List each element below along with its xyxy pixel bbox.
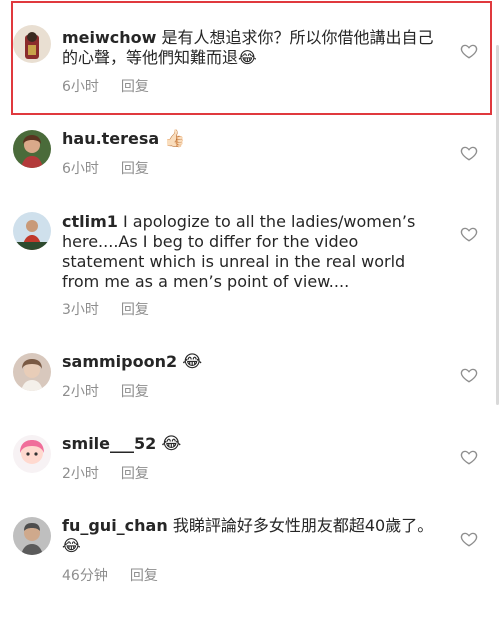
comment-text: 😂 — [182, 352, 203, 372]
comment-meta: 6小时 回复 — [62, 158, 149, 178]
comment-username[interactable]: ctlim1 — [62, 212, 118, 231]
heart-icon[interactable] — [460, 448, 478, 466]
comment-meta: 2小时 回复 — [62, 463, 149, 483]
comment-body: smile___52 😂 — [62, 434, 440, 454]
comment-meta: 46分钟 回复 — [62, 565, 158, 585]
comment-time: 3小时 — [62, 302, 99, 318]
comment-body: fu_gui_chan 我睇評論好多女性朋友都超40歲了。😂 — [62, 516, 440, 556]
heart-icon[interactable] — [460, 144, 478, 162]
avatar[interactable] — [13, 130, 51, 168]
reply-button[interactable]: 回复 — [121, 158, 149, 178]
reply-button[interactable]: 回复 — [121, 381, 149, 401]
comment-body: ctlim1 I apologize to all the ladies/wom… — [62, 212, 440, 292]
heart-icon[interactable] — [460, 225, 478, 243]
comment-body: hau.teresa 👍🏻 — [62, 129, 440, 149]
reply-button[interactable]: 回复 — [130, 565, 158, 585]
comment-body: meiwchow 是有人想追求你？所以你借他講出自己的心聲，等他們知難而退😂 — [62, 28, 440, 68]
avatar[interactable] — [13, 25, 51, 63]
comment-meta: 6小时 回复 — [62, 76, 149, 96]
heart-icon[interactable] — [460, 366, 478, 384]
comment-time: 46分钟 — [62, 568, 108, 584]
avatar[interactable] — [13, 517, 51, 555]
comment-text: 👍🏻 — [164, 129, 186, 149]
avatar[interactable] — [13, 435, 51, 473]
comment-username[interactable]: fu_gui_chan — [62, 516, 168, 535]
reply-button[interactable]: 回复 — [121, 76, 149, 96]
comment-text: 😂 — [161, 434, 182, 454]
comment-username[interactable]: sammipoon2 — [62, 352, 177, 371]
comment-meta: 3小时 回复 — [62, 299, 149, 319]
comment-time: 2小时 — [62, 384, 99, 400]
comment-username[interactable]: hau.teresa — [62, 129, 159, 148]
heart-icon[interactable] — [460, 42, 478, 60]
comment-time: 6小时 — [62, 161, 99, 177]
comment-meta: 2小时 回复 — [62, 381, 149, 401]
comment-time: 2小时 — [62, 466, 99, 482]
reply-button[interactable]: 回复 — [121, 299, 149, 319]
scrollbar[interactable] — [496, 45, 499, 405]
reply-button[interactable]: 回复 — [121, 463, 149, 483]
comment-time: 6小时 — [62, 79, 99, 95]
avatar[interactable] — [13, 353, 51, 391]
avatar[interactable] — [13, 212, 51, 250]
comment-username[interactable]: meiwchow — [62, 28, 156, 47]
comment-username[interactable]: smile___52 — [62, 434, 156, 453]
comment-body: sammipoon2 😂 — [62, 352, 440, 372]
heart-icon[interactable] — [460, 530, 478, 548]
